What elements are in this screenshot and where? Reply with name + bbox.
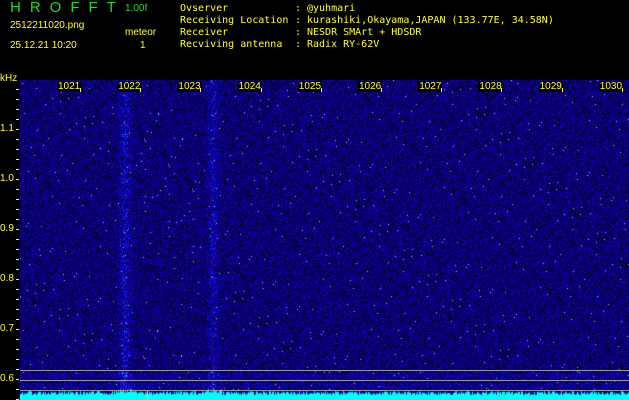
x-tick — [501, 88, 503, 92]
y-tick-label: 0.8 — [0, 273, 14, 284]
y-minor-tick — [16, 189, 19, 190]
x-tick — [381, 88, 382, 92]
info-label: Receiver — [180, 27, 229, 38]
y-minor-tick — [16, 239, 19, 240]
x-tick-label: 1022 — [117, 81, 142, 92]
y-minor-tick — [16, 209, 19, 210]
info-colon: : — [295, 39, 302, 50]
y-minor-tick — [16, 179, 19, 180]
x-tick — [260, 88, 262, 92]
y-tick-label: 0.6 — [0, 373, 14, 384]
y-minor-tick — [16, 99, 19, 100]
y-minor-tick — [16, 309, 19, 310]
y-minor-tick — [16, 199, 19, 200]
x-tick-label: 1021 — [57, 81, 82, 92]
x-tick — [140, 88, 142, 92]
y-tick-label: 1.1 — [0, 123, 14, 134]
y-minor-tick — [16, 229, 19, 230]
guide-line — [20, 390, 629, 391]
x-tick — [561, 88, 563, 92]
filename: 2512211020.png — [10, 20, 85, 31]
x-tick-label: 1029 — [538, 81, 563, 92]
info-label: Receiving Location — [180, 15, 289, 26]
x-tick — [80, 88, 81, 92]
y-minor-tick — [16, 389, 19, 390]
y-minor-tick — [16, 299, 19, 300]
y-tick-label: 0.9 — [0, 223, 14, 234]
event-count: 1 — [140, 40, 146, 51]
y-tick-label: 0.7 — [0, 323, 14, 334]
y-minor-tick — [16, 339, 19, 340]
app-logo: HROFFT — [10, 0, 125, 16]
y-minor-tick — [16, 109, 19, 110]
x-tick-label: 1024 — [237, 81, 262, 92]
y-minor-tick — [16, 219, 19, 220]
spectrogram-waterfall — [20, 80, 629, 400]
x-tick — [441, 88, 443, 92]
x-tick — [320, 88, 322, 92]
info-colon: : — [295, 27, 302, 38]
x-tick-label: 1027 — [418, 81, 443, 92]
y-unit-label: kHz — [0, 73, 18, 84]
y-minor-tick — [16, 249, 19, 250]
y-minor-tick — [16, 369, 19, 370]
y-minor-tick — [16, 269, 19, 270]
y-minor-tick — [16, 129, 19, 130]
y-minor-tick — [16, 289, 19, 290]
x-tick-label: 1025 — [297, 81, 323, 92]
x-tick-label: 1026 — [358, 81, 383, 92]
y-minor-tick — [16, 139, 19, 140]
y-minor-tick — [16, 149, 19, 150]
info-value: Radix RY-62V — [307, 39, 380, 50]
y-minor-tick — [16, 279, 19, 280]
y-minor-tick — [16, 379, 19, 380]
info-value: kurashiki,Okayama,JAPAN (133.77E, 34.58N… — [307, 15, 554, 26]
y-minor-tick — [16, 259, 19, 260]
guide-line — [20, 380, 629, 381]
version-label: 1.00f — [125, 3, 148, 14]
y-minor-tick — [16, 329, 19, 330]
info-label: Ovserver — [180, 3, 229, 14]
info-label: Recviving antenna — [180, 39, 283, 50]
y-minor-tick — [16, 349, 19, 350]
y-minor-tick — [16, 119, 19, 120]
info-value: @yuhmari — [307, 3, 356, 14]
x-tick-label: 1023 — [177, 81, 202, 92]
y-minor-tick — [16, 89, 19, 90]
y-minor-tick — [16, 169, 19, 170]
y-tick-label: 1.0 — [0, 173, 14, 184]
x-tick — [200, 88, 202, 92]
guide-line — [20, 370, 629, 371]
y-minor-tick — [16, 359, 19, 360]
info-value: NESDR SMArt + HDSDR — [307, 27, 422, 38]
x-tick-label: 1030 — [598, 81, 624, 92]
datetime: 25.12.21 10:20 — [10, 40, 77, 51]
info-colon: : — [295, 15, 302, 26]
y-minor-tick — [16, 319, 19, 320]
x-tick-label: 1028 — [478, 81, 503, 92]
info-colon: : — [295, 3, 302, 14]
x-tick — [621, 88, 623, 92]
y-minor-tick — [16, 159, 19, 160]
event-label: meteor — [125, 27, 157, 38]
